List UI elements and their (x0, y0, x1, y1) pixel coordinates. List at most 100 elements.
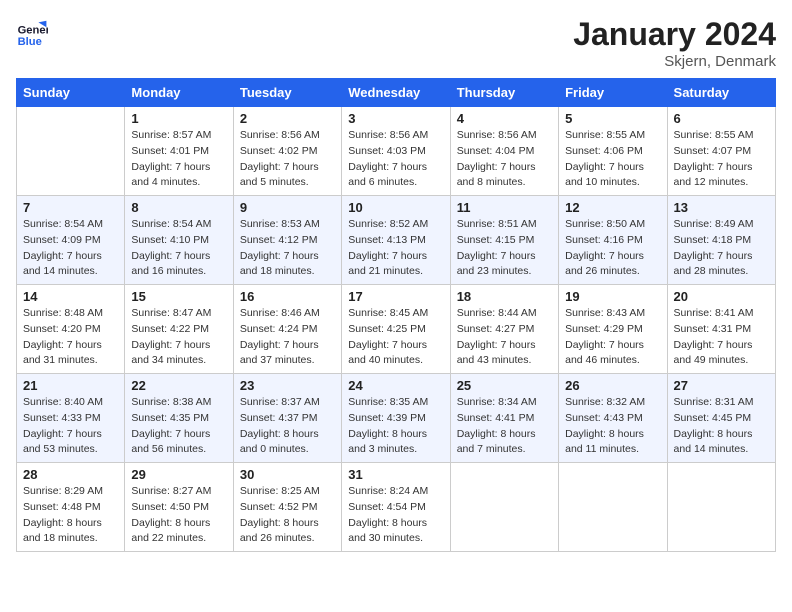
daylight-text: Daylight: 7 hours and 12 minutes. (674, 161, 753, 189)
day-number: 22 (131, 378, 226, 393)
daylight-text: Daylight: 7 hours and 40 minutes. (348, 339, 427, 367)
sunset-text: Sunset: 4:48 PM (23, 501, 101, 513)
day-number: 16 (240, 289, 335, 304)
day-info: Sunrise: 8:24 AMSunset: 4:54 PMDaylight:… (348, 484, 443, 547)
daylight-text: Daylight: 7 hours and 21 minutes. (348, 250, 427, 278)
day-number: 27 (674, 378, 769, 393)
calendar-cell (17, 107, 125, 196)
sunrise-text: Sunrise: 8:24 AM (348, 485, 428, 497)
sunset-text: Sunset: 4:10 PM (131, 234, 209, 246)
week-row-4: 21Sunrise: 8:40 AMSunset: 4:33 PMDayligh… (17, 374, 776, 463)
sunset-text: Sunset: 4:12 PM (240, 234, 318, 246)
day-number: 17 (348, 289, 443, 304)
sunset-text: Sunset: 4:31 PM (674, 323, 752, 335)
day-number: 28 (23, 467, 118, 482)
day-info: Sunrise: 8:49 AMSunset: 4:18 PMDaylight:… (674, 217, 769, 280)
calendar-cell: 9Sunrise: 8:53 AMSunset: 4:12 PMDaylight… (233, 196, 341, 285)
day-info: Sunrise: 8:35 AMSunset: 4:39 PMDaylight:… (348, 395, 443, 458)
sunrise-text: Sunrise: 8:25 AM (240, 485, 320, 497)
calendar-cell: 30Sunrise: 8:25 AMSunset: 4:52 PMDayligh… (233, 463, 341, 552)
logo: General Blue General Blue (16, 16, 48, 48)
calendar-cell: 2Sunrise: 8:56 AMSunset: 4:02 PMDaylight… (233, 107, 341, 196)
sunrise-text: Sunrise: 8:51 AM (457, 218, 537, 230)
week-row-5: 28 Sunrise: 8:29 AMSunset: 4:48 PMDayligh… (17, 463, 776, 552)
calendar-cell: 10Sunrise: 8:52 AMSunset: 4:13 PMDayligh… (342, 196, 450, 285)
daylight-text: Daylight: 7 hours and 8 minutes. (457, 161, 536, 189)
day-info: Sunrise: 8:46 AMSunset: 4:24 PMDaylight:… (240, 306, 335, 369)
week-row-1: 1Sunrise: 8:57 AMSunset: 4:01 PMDaylight… (17, 107, 776, 196)
calendar-cell (450, 463, 558, 552)
day-info: Sunrise: 8:31 AMSunset: 4:45 PMDaylight:… (674, 395, 769, 458)
day-info: Sunrise: 8:56 AMSunset: 4:02 PMDaylight:… (240, 128, 335, 191)
daylight-text: Daylight: 8 hours and 26 minutes. (240, 517, 319, 545)
day-number: 4 (457, 111, 552, 126)
sunrise-text: Sunrise: 8:40 AM (23, 396, 103, 408)
daylight-text: Daylight: 8 hours and 14 minutes. (674, 428, 753, 456)
daylight-text: Daylight: 8 hours and 18 minutes. (23, 517, 102, 545)
week-row-2: 7Sunrise: 8:54 AMSunset: 4:09 PMDaylight… (17, 196, 776, 285)
calendar-cell: 20Sunrise: 8:41 AMSunset: 4:31 PMDayligh… (667, 285, 775, 374)
sunrise-text: Sunrise: 8:35 AM (348, 396, 428, 408)
sunset-text: Sunset: 4:50 PM (131, 501, 209, 513)
sunrise-text: Sunrise: 8:52 AM (348, 218, 428, 230)
day-info: Sunrise: 8:50 AMSunset: 4:16 PMDaylight:… (565, 217, 660, 280)
day-number: 6 (674, 111, 769, 126)
calendar-cell: 28 Sunrise: 8:29 AMSunset: 4:48 PMDayligh… (17, 463, 125, 552)
calendar-cell: 19Sunrise: 8:43 AMSunset: 4:29 PMDayligh… (559, 285, 667, 374)
day-number: 19 (565, 289, 660, 304)
header-sunday: Sunday (17, 79, 125, 107)
sunset-text: Sunset: 4:18 PM (674, 234, 752, 246)
header-monday: Monday (125, 79, 233, 107)
header-friday: Friday (559, 79, 667, 107)
day-number: 25 (457, 378, 552, 393)
sunrise-text: Sunrise: 8:46 AM (240, 307, 320, 319)
sunrise-text: Sunrise: 8:32 AM (565, 396, 645, 408)
sunset-text: Sunset: 4:37 PM (240, 412, 318, 424)
daylight-text: Daylight: 7 hours and 31 minutes. (23, 339, 102, 367)
calendar-cell: 27 Sunrise: 8:31 AMSunset: 4:45 PMDayligh… (667, 374, 775, 463)
month-title: January 2024 (573, 16, 776, 53)
sunset-text: Sunset: 4:54 PM (348, 501, 426, 513)
sunset-text: Sunset: 4:24 PM (240, 323, 318, 335)
sunset-text: Sunset: 4:15 PM (457, 234, 535, 246)
calendar-cell: 29Sunrise: 8:27 AMSunset: 4:50 PMDayligh… (125, 463, 233, 552)
day-info: Sunrise: 8:53 AMSunset: 4:12 PMDaylight:… (240, 217, 335, 280)
sunrise-text: Sunrise: 8:49 AM (674, 218, 754, 230)
day-number: 8 (131, 200, 226, 215)
sunrise-text: Sunrise: 8:41 AM (674, 307, 754, 319)
sunset-text: Sunset: 4:07 PM (674, 145, 752, 157)
day-info: Sunrise: 8:41 AMSunset: 4:31 PMDaylight:… (674, 306, 769, 369)
calendar-table: Sunday Monday Tuesday Wednesday Thursday… (16, 78, 776, 552)
daylight-text: Daylight: 8 hours and 11 minutes. (565, 428, 644, 456)
sunset-text: Sunset: 4:52 PM (240, 501, 318, 513)
daylight-text: Daylight: 7 hours and 26 minutes. (565, 250, 644, 278)
sunrise-text: Sunrise: 8:47 AM (131, 307, 211, 319)
sunset-text: Sunset: 4:09 PM (23, 234, 101, 246)
daylight-text: Daylight: 7 hours and 10 minutes. (565, 161, 644, 189)
sunset-text: Sunset: 4:27 PM (457, 323, 535, 335)
day-number: 31 (348, 467, 443, 482)
day-info: Sunrise: 8:29 AMSunset: 4:48 PMDaylight:… (23, 484, 118, 547)
title-block: January 2024 Skjern, Denmark (573, 16, 776, 70)
calendar-cell: 6 Sunrise: 8:55 AMSunset: 4:07 PMDaylight… (667, 107, 775, 196)
day-number: 3 (348, 111, 443, 126)
day-number: 23 (240, 378, 335, 393)
calendar-cell: 4Sunrise: 8:56 AMSunset: 4:04 PMDaylight… (450, 107, 558, 196)
daylight-text: Daylight: 8 hours and 7 minutes. (457, 428, 536, 456)
daylight-text: Daylight: 7 hours and 23 minutes. (457, 250, 536, 278)
day-info: Sunrise: 8:55 AMSunset: 4:07 PMDaylight:… (674, 128, 769, 191)
sunrise-text: Sunrise: 8:50 AM (565, 218, 645, 230)
day-number: 12 (565, 200, 660, 215)
sunrise-text: Sunrise: 8:55 AM (565, 129, 645, 141)
sunrise-text: Sunrise: 8:37 AM (240, 396, 320, 408)
day-info: Sunrise: 8:47 AMSunset: 4:22 PMDaylight:… (131, 306, 226, 369)
calendar-cell: 25Sunrise: 8:34 AMSunset: 4:41 PMDayligh… (450, 374, 558, 463)
day-number: 20 (674, 289, 769, 304)
header-wednesday: Wednesday (342, 79, 450, 107)
sunrise-text: Sunrise: 8:56 AM (348, 129, 428, 141)
day-info: Sunrise: 8:38 AMSunset: 4:35 PMDaylight:… (131, 395, 226, 458)
calendar-cell: 16Sunrise: 8:46 AMSunset: 4:24 PMDayligh… (233, 285, 341, 374)
sunset-text: Sunset: 4:04 PM (457, 145, 535, 157)
daylight-text: Daylight: 7 hours and 14 minutes. (23, 250, 102, 278)
day-info: Sunrise: 8:44 AMSunset: 4:27 PMDaylight:… (457, 306, 552, 369)
